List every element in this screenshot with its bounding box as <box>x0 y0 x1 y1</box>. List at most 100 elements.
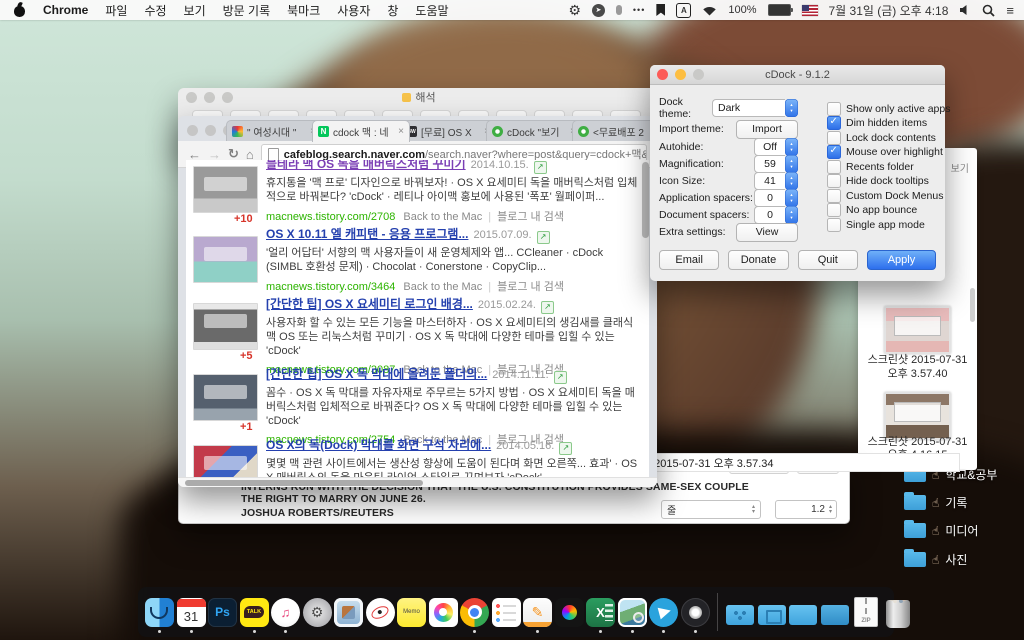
checkbox-no-app-bounce[interactable]: No app bounce <box>827 203 917 217</box>
dock-reminders[interactable] <box>491 590 521 634</box>
select-arrows-icon[interactable]: ▴ ▾ <box>785 99 798 117</box>
volume-icon[interactable] <box>959 4 971 16</box>
dock-pages[interactable]: ✎ <box>523 590 552 634</box>
autohide-stepper[interactable]: Off ▴ ▾ <box>754 138 798 156</box>
input-source-icon[interactable]: A <box>676 2 692 18</box>
dock-finder[interactable] <box>145 590 174 634</box>
screenshot-file-thumbnail[interactable] <box>884 392 951 440</box>
menu-people[interactable]: 사용자 <box>337 2 370 19</box>
dock-photos[interactable] <box>428 590 458 634</box>
dock-system-preferences[interactable]: ⚙ <box>302 590 332 634</box>
result-thumbnail[interactable] <box>193 374 258 421</box>
tab-free-share[interactable]: <무료배포 2 × <box>572 120 657 142</box>
donate-button[interactable]: Donate <box>728 250 789 270</box>
spotlight-icon[interactable] <box>982 4 996 17</box>
close-button[interactable] <box>187 125 198 136</box>
menu-window[interactable]: 창 <box>387 2 398 19</box>
stepper-arrows-icon[interactable]: ▴ ▾ <box>785 155 798 173</box>
checkbox[interactable] <box>827 116 841 130</box>
checkbox-single-app-mode[interactable]: Single app mode <box>827 217 925 232</box>
line-spacing-stepper[interactable]: 1.2 ▴ ▾ <box>775 500 837 519</box>
dock-atom-app[interactable] <box>365 590 395 634</box>
dock-telegram[interactable] <box>649 590 678 634</box>
checkbox[interactable] <box>827 217 841 232</box>
checkbox[interactable] <box>827 188 841 203</box>
result-title-link[interactable]: [간단한 팁] OS X 독 막대에 올려둔 폴더의... <box>266 367 487 381</box>
external-link-icon[interactable]: ↗ <box>541 301 554 314</box>
tab-free-osx[interactable]: BW [무료] OS X × <box>400 120 496 142</box>
dock-chrome[interactable] <box>460 590 489 634</box>
result-thumbnail[interactable] <box>193 445 258 478</box>
result-thumbnail[interactable] <box>193 303 258 350</box>
panel-scrollbar[interactable] <box>970 288 975 322</box>
import-button[interactable]: Import <box>736 119 798 139</box>
result-thumbnail[interactable] <box>193 166 258 213</box>
application-spacers-stepper[interactable]: 0 ▴ ▾ <box>754 189 798 207</box>
menu-file[interactable]: 파일 <box>105 2 127 19</box>
external-link-icon[interactable]: ↗ <box>536 231 550 244</box>
checkbox[interactable] <box>827 203 841 217</box>
document-spacers-stepper[interactable]: 0 ▴ ▾ <box>754 206 798 224</box>
dock-folder-dark[interactable] <box>820 590 849 634</box>
checkbox[interactable] <box>827 174 841 188</box>
dock-theme-select[interactable]: Dark ▴ ▾ <box>712 99 798 117</box>
result-title-link[interactable]: OS X의 독(Dock) 막대를 화면 구석 자리에... <box>266 438 491 452</box>
dock-photoshop[interactable]: Ps <box>208 590 237 634</box>
apply-button[interactable]: Apply <box>866 250 936 270</box>
menu-chrome[interactable]: Chrome <box>43 3 88 17</box>
checkbox-mouse-over-highlight[interactable]: Mouse over highlight <box>827 145 943 159</box>
checkbox[interactable] <box>827 130 841 145</box>
checkbox-show-only-active-apps[interactable]: Show only active apps <box>827 101 950 116</box>
scrollbar-thumb[interactable] <box>185 479 423 486</box>
result-thumbnail[interactable] <box>193 236 258 283</box>
result-title-link[interactable]: 블테라 맥 OS 독을 매버릭스처럼 꾸미기 <box>266 160 466 171</box>
menu-edit[interactable]: 수정 <box>144 2 166 19</box>
dock-mail[interactable] <box>334 590 363 634</box>
dock-folder-dropbox[interactable] <box>726 590 755 634</box>
file-label[interactable]: 스크린샷 2015-07-31 <box>858 436 977 448</box>
line-style-select[interactable]: 줄 ▴ ▾ <box>661 500 761 519</box>
minimize-button[interactable] <box>205 125 216 136</box>
external-link-icon[interactable]: ↗ <box>553 371 567 384</box>
dock-itunes[interactable]: ♫ <box>271 590 300 634</box>
external-link-icon[interactable]: ↗ <box>533 161 547 174</box>
desktop-folder-photos[interactable]: ☝ 사진 <box>904 549 967 568</box>
file-label[interactable]: 오후 3.57.40 <box>858 368 977 380</box>
dock-folder-box[interactable] <box>757 590 786 634</box>
icon-size-stepper[interactable]: 41 ▴ ▾ <box>754 172 798 190</box>
email-button[interactable]: Email <box>659 250 720 270</box>
dock-trash[interactable] <box>883 590 912 634</box>
checkbox-lock-dock-contents[interactable]: Lock dock contents <box>827 130 936 145</box>
location-icon[interactable]: ➤ <box>591 3 605 17</box>
horizontal-scrollbar[interactable] <box>178 477 657 487</box>
gear-icon[interactable]: ⚙ <box>568 2 581 19</box>
battery-icon[interactable] <box>767 4 793 16</box>
cdock-titlebar[interactable]: cDock - 9.1.2 <box>650 65 945 85</box>
dock-kakaotalk[interactable]: TALK <box>239 590 269 634</box>
source-link[interactable]: macnews.tistory.com/3464 <box>266 281 395 293</box>
apple-icon[interactable] <box>14 4 26 17</box>
result-title-link[interactable]: OS X 10.11 엘 캐피탠 - 응용 프로그램... <box>266 227 468 241</box>
stepper-arrows-icon[interactable]: ▴ ▾ <box>785 138 798 156</box>
checkbox[interactable] <box>827 145 841 159</box>
notification-center-icon[interactable]: ≡ <box>1006 3 1014 18</box>
dock-calendar[interactable]: 31 <box>176 590 206 634</box>
wifi-icon[interactable] <box>702 5 717 16</box>
dictation-icon[interactable] <box>615 5 622 15</box>
menu-history[interactable]: 방문 기록 <box>223 2 271 19</box>
checkbox-custom-dock-menus[interactable]: Custom Dock Menus <box>827 188 943 203</box>
tab-yeoseongsidae[interactable]: " 여성시대 " × <box>226 120 322 142</box>
dock-memo[interactable]: Memo <box>397 590 426 634</box>
source-link[interactable]: macnews.tistory.com/2708 <box>266 211 395 223</box>
result-title-link[interactable]: [간단한 팁] OS X 요세미티 로그인 배경... <box>266 297 473 311</box>
dock-excel[interactable]: X <box>586 590 615 634</box>
menu-view[interactable]: 보기 <box>184 2 206 19</box>
blog-search-link[interactable]: 블로그 내 검색 <box>497 281 564 293</box>
checkbox-hide-dock-tooltips[interactable]: Hide dock tooltips <box>827 174 929 188</box>
dock-camera-app[interactable] <box>680 590 710 634</box>
desktop-folder-media[interactable]: ☝ 미디어 <box>904 520 978 539</box>
tab-close-icon[interactable]: × <box>398 126 404 137</box>
desktop-folder-records[interactable]: ☝ 기록 <box>904 492 967 511</box>
blog-search-link[interactable]: 블로그 내 검색 <box>497 211 564 223</box>
quit-button[interactable]: Quit <box>797 250 858 270</box>
